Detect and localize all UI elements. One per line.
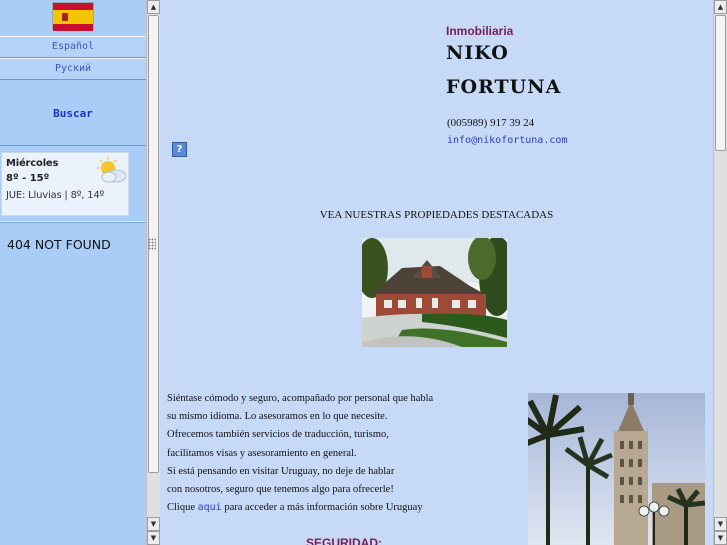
scroll-down-arrow-icon[interactable]: ▼	[147, 531, 160, 545]
intro-line: Si está pensando en visitar Uruguay, no …	[167, 465, 395, 477]
scroll-up-arrow-icon[interactable]: ▲	[714, 0, 727, 14]
intro-text: Clique	[167, 502, 198, 514]
scroll-thumb[interactable]	[715, 15, 726, 151]
intro-line: Ofrecemos también servicios de traducció…	[167, 429, 389, 441]
sidebar-divider	[0, 221, 146, 223]
scroll-down-arrow-icon[interactable]: ▼	[714, 517, 727, 531]
email-link[interactable]: info@nikofortuna.com	[447, 135, 567, 146]
left-frame-scrollbar[interactable]: ▲ ▼ ▼	[146, 0, 160, 545]
featured-property-image[interactable]	[362, 238, 507, 347]
brand-subtitle: Inmobiliaria	[446, 24, 514, 38]
weather-temperature: 8º - 15º	[6, 173, 50, 184]
scroll-down-arrow-icon[interactable]: ▼	[147, 517, 160, 531]
uruguay-info-link[interactable]: aqui	[198, 502, 222, 513]
help-icon[interactable]: ?	[172, 142, 187, 157]
intro-line: facilitamos visas y asesoramiento en gen…	[167, 447, 357, 459]
intro-line-with-link: Clique aqui para acceder a más informaci…	[167, 499, 517, 517]
language-link-russian[interactable]: Руский	[0, 58, 146, 80]
flag-area	[0, 0, 146, 35]
montevideo-tower-image	[528, 393, 705, 545]
featured-properties-heading: VEA NUESTRAS PROPIEDADES DESTACADAS	[319, 209, 554, 221]
weather-widget[interactable]: Miércoles 8º - 15º JUE: Lluvias | 8º, 14…	[1, 152, 129, 216]
intro-line: su mismo idioma. Lo asesoramos en lo que…	[167, 411, 388, 423]
intro-line: con nosotros, seguro que tenemos algo pa…	[167, 483, 394, 495]
search-link[interactable]: Buscar	[0, 107, 146, 120]
left-frame: Español Руский Buscar Miércoles 8º - 15º…	[0, 0, 146, 545]
weather-forecast: JUE: Lluvias | 8º, 14º	[6, 190, 105, 201]
intro-paragraph: Siéntase cómodo y seguro, acompañado por…	[167, 390, 517, 517]
security-heading: SEGURIDAD:	[306, 536, 383, 545]
phone-number: (005989) 917 39 24	[447, 117, 535, 129]
brand-title-line2: FORTUNA	[446, 76, 562, 98]
search-area: Buscar	[0, 80, 146, 146]
intro-text: para acceder a más información sobre Uru…	[221, 502, 423, 514]
scroll-up-arrow-icon[interactable]: ▲	[147, 0, 160, 14]
main-frame: Inmobiliaria NIKO FORTUNA (005989) 917 3…	[160, 0, 713, 545]
partly-cloudy-icon	[97, 157, 127, 183]
main-frame-scrollbar[interactable]: ▲ ▼ ▼	[713, 0, 727, 545]
weather-day: Miércoles	[6, 158, 59, 169]
not-found-message: 404 NOT FOUND	[7, 237, 111, 252]
language-link-spanish[interactable]: Español	[0, 36, 146, 58]
intro-line: Siéntase cómodo y seguro, acompañado por…	[167, 393, 434, 404]
spain-flag-icon[interactable]	[52, 2, 94, 31]
frame-resize-grip-icon[interactable]	[148, 238, 156, 250]
brand-title-line1: NIKO	[446, 42, 509, 64]
scroll-down-arrow-icon[interactable]: ▼	[714, 531, 727, 545]
